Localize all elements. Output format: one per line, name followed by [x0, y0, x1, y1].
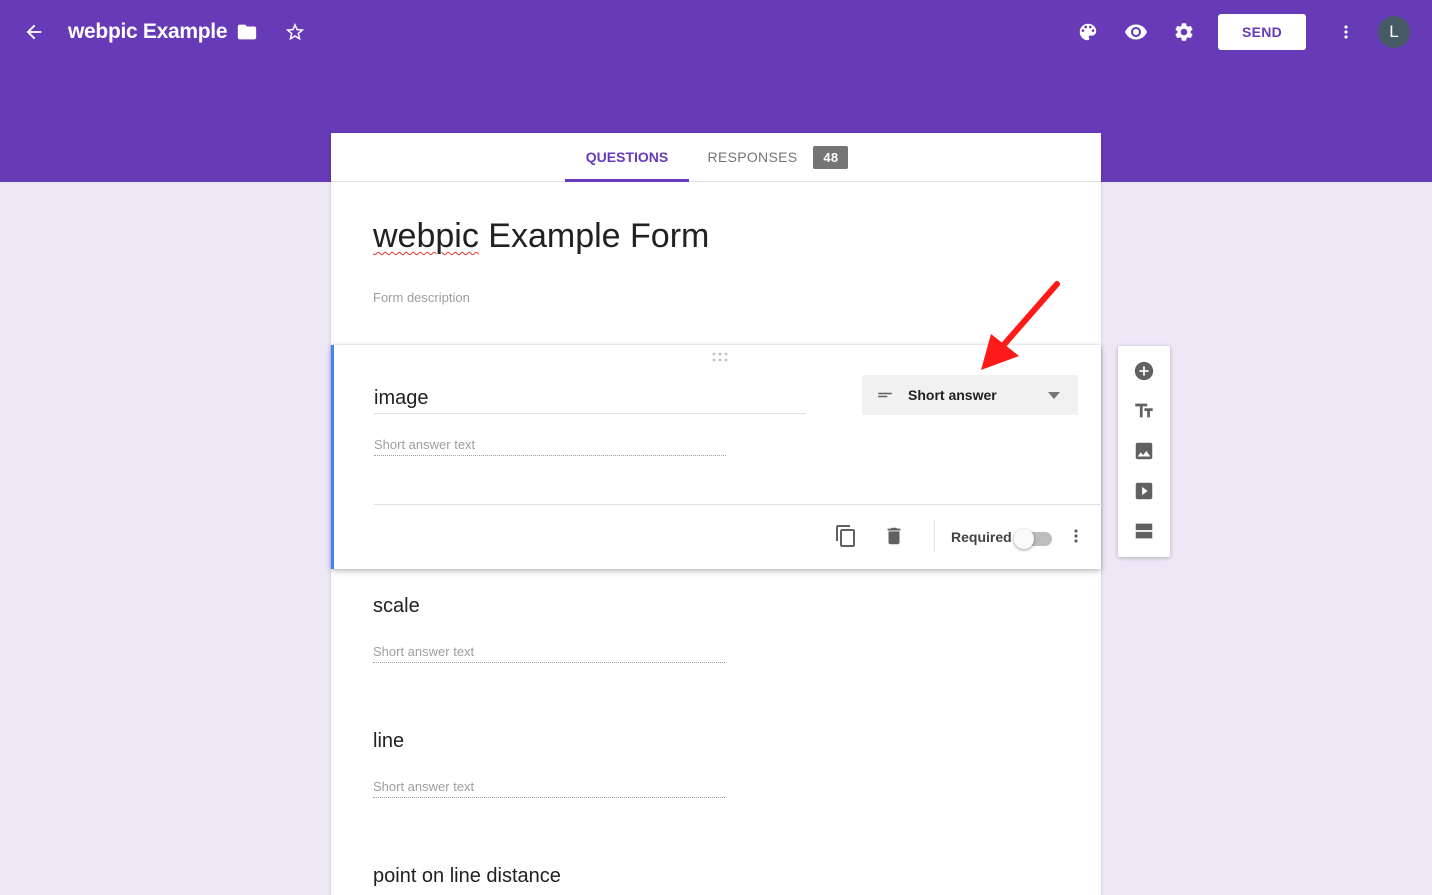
footer-separator	[934, 520, 935, 552]
short-answer-placeholder: Short answer text	[374, 437, 476, 452]
form-title[interactable]: webpic Example Form	[373, 217, 709, 256]
duplicate-icon[interactable]	[830, 520, 862, 552]
app-title[interactable]: webpic Example	[68, 20, 228, 44]
add-video-icon[interactable]	[1128, 475, 1160, 507]
required-label: Required	[951, 529, 1012, 545]
short-answer-placeholder: Short answer text	[373, 644, 475, 659]
add-section-icon[interactable]	[1128, 515, 1160, 547]
annotation-arrow-icon	[981, 281, 1060, 370]
short-answer-placeholder: Short answer text	[373, 779, 475, 794]
question-title-underline	[374, 413, 806, 414]
back-arrow-icon[interactable]	[18, 16, 50, 48]
side-toolbar	[1118, 346, 1170, 557]
form-description-field[interactable]: Form description	[373, 290, 470, 305]
question-type-label: Short answer	[908, 387, 997, 403]
delete-icon[interactable]	[878, 520, 910, 552]
tab-responses-label: RESPONSES	[707, 149, 798, 165]
short-text-icon	[878, 392, 892, 398]
form-title-rest: Example Form	[478, 217, 710, 255]
tab-questions-label: QUESTIONS	[585, 149, 669, 165]
tab-bar: QUESTIONS RESPONSES 48	[331, 133, 1101, 182]
dropdown-caret-icon	[1048, 392, 1060, 399]
answer-dotted-line	[373, 662, 725, 663]
add-image-icon[interactable]	[1128, 435, 1160, 467]
folder-icon[interactable]	[231, 16, 263, 48]
form-title-first-word: webpic	[373, 217, 479, 255]
palette-icon[interactable]	[1072, 16, 1104, 48]
question-title[interactable]: scale	[373, 595, 420, 618]
add-title-icon[interactable]	[1128, 395, 1160, 427]
tab-questions[interactable]: QUESTIONS	[565, 133, 689, 182]
send-button[interactable]: SEND	[1218, 14, 1306, 50]
drag-handle-icon[interactable]	[708, 351, 732, 363]
question-title[interactable]: point on line distance	[373, 865, 561, 888]
question-card-active[interactable]: image Short answer text Short answer Req…	[331, 345, 1102, 569]
answer-dotted-line	[373, 797, 725, 798]
avatar[interactable]: L	[1378, 16, 1410, 48]
question-type-dropdown[interactable]: Short answer	[862, 375, 1078, 415]
responses-count-badge: 48	[813, 145, 849, 169]
star-icon[interactable]	[279, 16, 311, 48]
question-footer-divider	[374, 504, 1102, 505]
question-title-input[interactable]: image	[374, 387, 428, 410]
tab-responses[interactable]: RESPONSES 48	[703, 133, 853, 181]
settings-gear-icon[interactable]	[1168, 16, 1200, 48]
required-toggle-thumb	[1014, 529, 1034, 549]
question-title[interactable]: line	[373, 730, 404, 753]
preview-eye-icon[interactable]	[1120, 16, 1152, 48]
more-vert-icon[interactable]	[1060, 520, 1092, 552]
more-vert-icon[interactable]	[1330, 16, 1362, 48]
required-toggle[interactable]	[1014, 529, 1054, 549]
answer-dotted-line	[374, 455, 726, 456]
add-question-icon[interactable]	[1128, 355, 1160, 387]
